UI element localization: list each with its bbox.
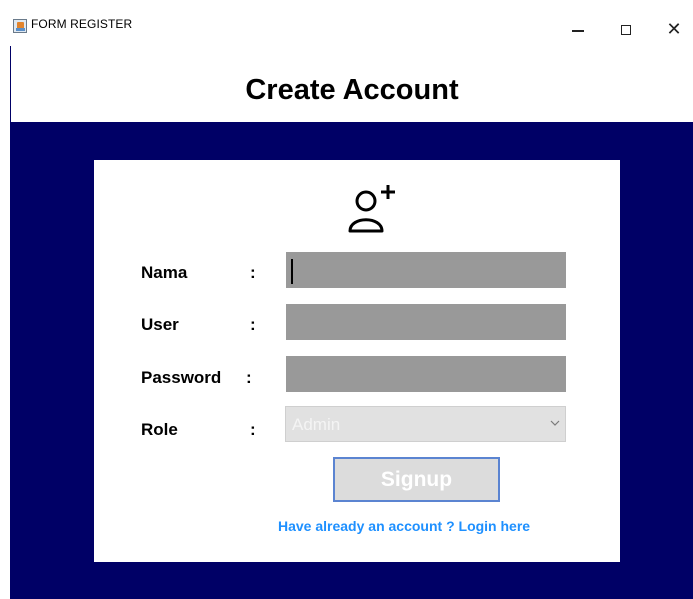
user-add-icon xyxy=(348,185,395,233)
maximize-button[interactable] xyxy=(603,10,649,44)
role-colon: : xyxy=(250,420,256,439)
nama-input[interactable] xyxy=(286,252,566,288)
password-input[interactable] xyxy=(286,356,566,392)
user-label: User xyxy=(141,315,179,334)
header-panel: Create Account xyxy=(11,46,693,122)
role-label: Role xyxy=(141,420,178,439)
user-input[interactable] xyxy=(286,304,566,340)
nama-colon: : xyxy=(250,263,256,282)
close-icon: ✕ xyxy=(666,18,682,40)
window-titlebar: FORM REGISTER ✕ xyxy=(0,0,693,46)
chevron-down-icon xyxy=(550,420,560,426)
close-button[interactable]: ✕ xyxy=(651,10,693,44)
text-caret xyxy=(291,259,293,284)
page-title: Create Account xyxy=(245,74,459,106)
nama-label: Nama xyxy=(141,263,188,282)
minimize-button[interactable] xyxy=(555,10,601,44)
window-title: FORM REGISTER xyxy=(31,17,133,31)
java-app-icon xyxy=(13,19,27,33)
login-link[interactable]: Have already an account ? Login here xyxy=(278,518,530,534)
user-colon: : xyxy=(250,315,256,334)
password-colon: : xyxy=(246,368,252,387)
role-selected-value: Admin xyxy=(292,415,341,434)
maximize-icon xyxy=(621,25,631,35)
role-select[interactable]: Admin xyxy=(285,406,566,442)
signup-button[interactable]: Signup xyxy=(333,457,500,502)
minimize-icon xyxy=(572,30,584,32)
password-label: Password xyxy=(141,368,222,387)
